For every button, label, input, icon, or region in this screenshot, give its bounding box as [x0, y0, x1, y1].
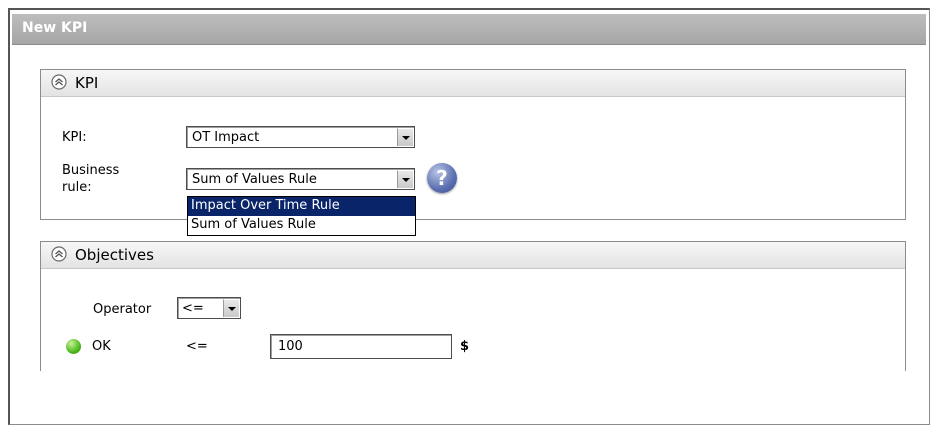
operator-select[interactable]: <=: [177, 297, 241, 319]
collapse-up-icon[interactable]: [51, 74, 67, 90]
kpi-panel-header[interactable]: KPI: [41, 70, 905, 97]
operator-select-value: <=: [182, 301, 204, 316]
objective-ok-operator: <=: [186, 339, 208, 354]
dialog-title: New KPI: [22, 20, 88, 36]
business-rule-select-value: Sum of Values Rule: [192, 172, 317, 187]
objectives-panel-title: Objectives: [75, 246, 154, 264]
objective-ok-value-input[interactable]: 100: [270, 334, 452, 359]
collapse-up-icon[interactable]: [51, 246, 67, 262]
objectives-panel-header[interactable]: Objectives: [41, 242, 905, 269]
business-rule-label-line2: rule:: [62, 180, 92, 195]
dropdown-option-sum-of-values[interactable]: Sum of Values Rule: [188, 216, 415, 235]
kpi-panel: KPI: [40, 69, 906, 220]
status-ok-icon: [66, 339, 81, 354]
objective-ok-unit: $: [460, 339, 470, 354]
business-rule-label-line1: Business: [62, 163, 120, 178]
kpi-select-value: OT Impact: [192, 130, 260, 145]
objective-ok-label: OK: [92, 339, 111, 354]
kpi-panel-title: KPI: [75, 74, 99, 92]
chevron-down-icon[interactable]: [397, 128, 413, 146]
dialog-header: New KPI: [12, 14, 926, 45]
kpi-select[interactable]: OT Impact: [186, 126, 415, 148]
dropdown-option-impact-over-time[interactable]: Impact Over Time Rule: [188, 197, 415, 216]
chevron-down-icon[interactable]: [397, 170, 413, 188]
kpi-label: KPI:: [62, 130, 87, 145]
operator-label: Operator: [93, 302, 152, 317]
help-icon[interactable]: ?: [427, 163, 457, 193]
chevron-down-icon[interactable]: [223, 299, 239, 317]
objectives-panel: Objectives: [40, 241, 906, 371]
business-rule-select[interactable]: Sum of Values Rule: [186, 168, 415, 190]
objective-ok-value: 100: [278, 339, 303, 354]
business-rule-dropdown-list[interactable]: Impact Over Time Rule Sum of Values Rule: [187, 196, 416, 236]
